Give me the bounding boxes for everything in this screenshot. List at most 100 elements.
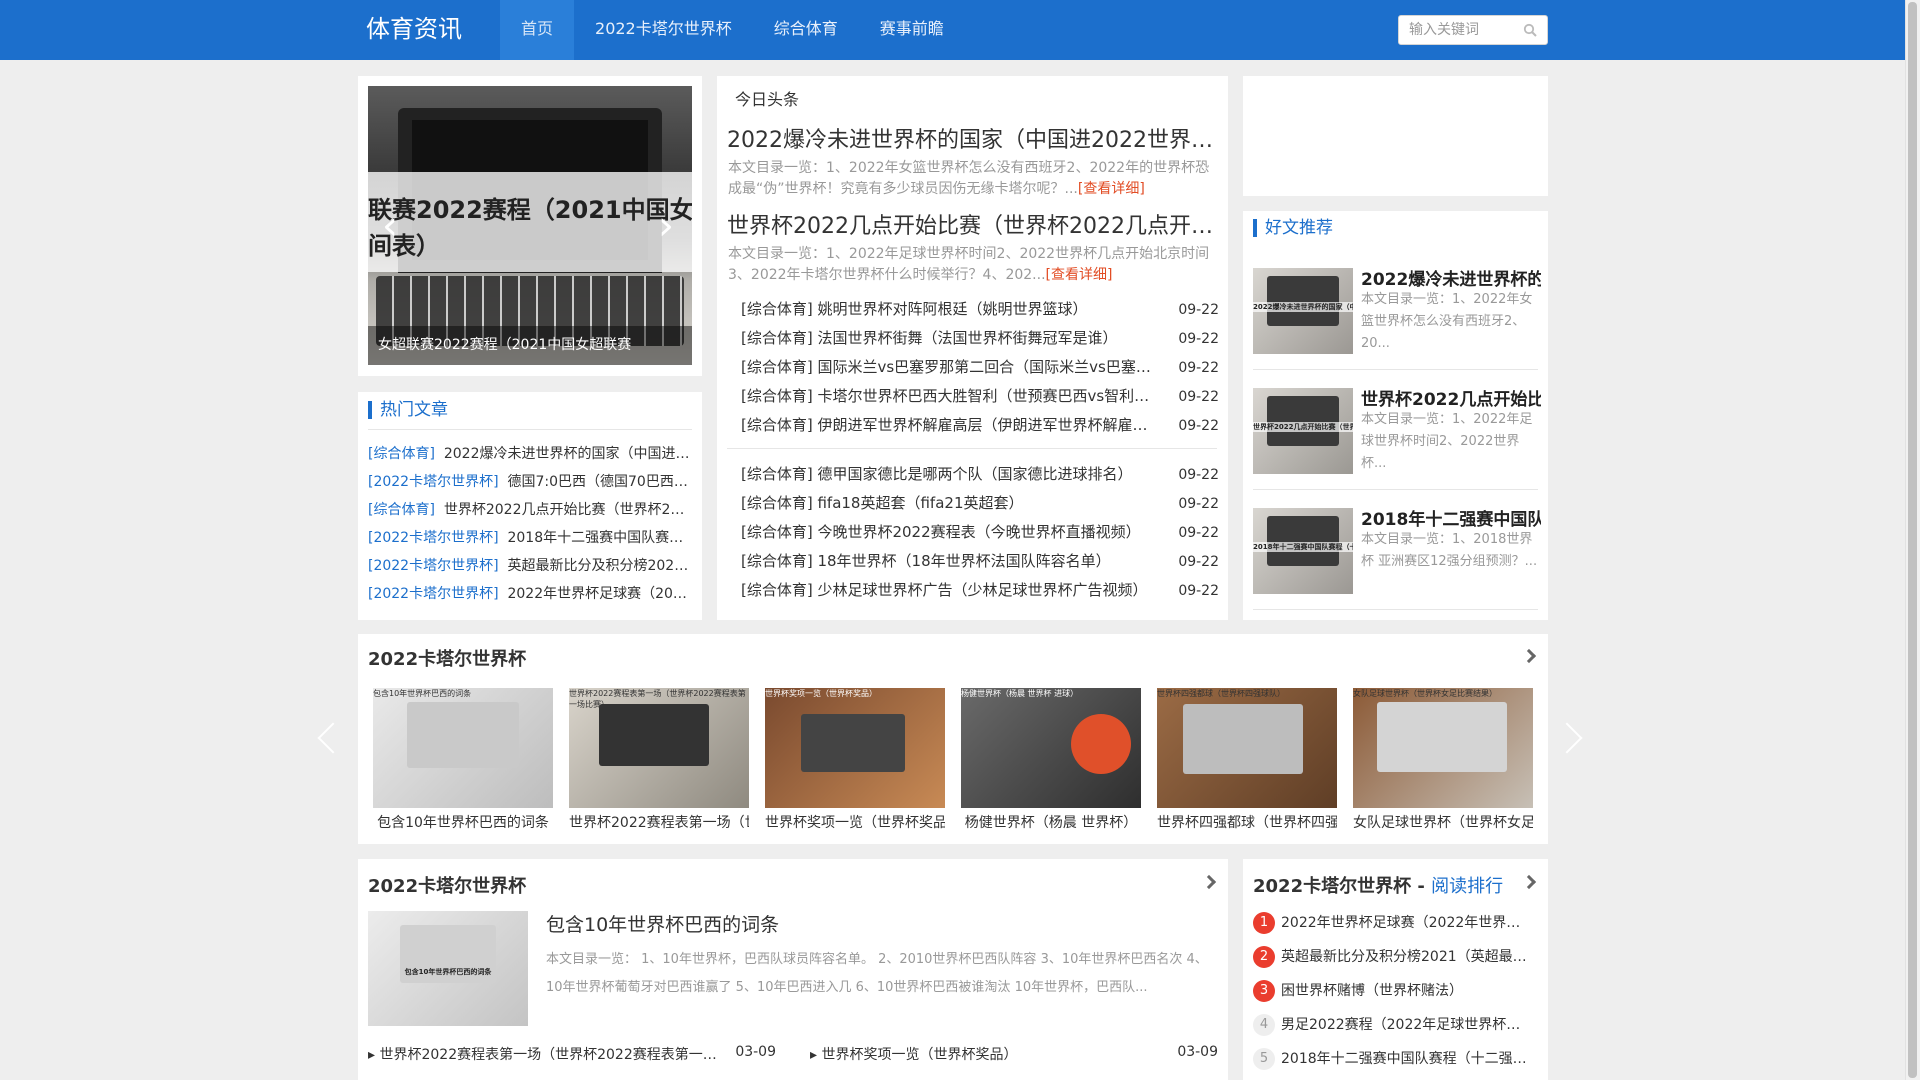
ranking-item-title[interactable]: 男足2022赛程（2022年足球世界杯赛程表） bbox=[1281, 1014, 1531, 1036]
gallery-card-caption[interactable]: 杨健世界杯（杨晨 世界杯） bbox=[961, 812, 1141, 832]
search-icon[interactable] bbox=[1523, 23, 1537, 37]
hot-article-item[interactable]: [2022卡塔尔世界杯] 2022年世界杯足球赛（2022年世界 bbox=[368, 584, 692, 604]
ranking-item-title[interactable]: 英超最新比分及积分榜2021（英超最新比分及积分榜） bbox=[1281, 946, 1531, 968]
worldcup-link-title[interactable]: 世界杯2022赛程表第一场（世界杯2022赛程表第一场比赛） bbox=[379, 1047, 720, 1063]
news-list-title[interactable]: [综合体育] 少林足球世界杯广告（少林足球世界杯广告视频） bbox=[741, 580, 1156, 600]
hot-articles-title: 热门文章 bbox=[368, 401, 448, 419]
news-list-item[interactable]: [综合体育] 德甲国家德比是哪两个队（国家德比进球排名） 09-22 bbox=[741, 464, 1219, 484]
slider-next-arrow-icon[interactable]: › bbox=[658, 206, 674, 246]
search-input[interactable] bbox=[1399, 16, 1509, 44]
news-list-title[interactable]: [综合体育] 伊朗进军世界杯解雇高层（伊朗进军世界杯解雇高层人员） bbox=[741, 415, 1156, 435]
news-list-title[interactable]: [综合体育] 卡塔尔世界杯巴西大胜智利（世预赛巴西vs智利比分） bbox=[741, 386, 1156, 406]
hot-article-item[interactable]: [2022卡塔尔世界杯] 2018年十二强赛中国队赛程（十二 bbox=[368, 528, 692, 548]
ranking-item-title[interactable]: 困世界杯赌博（世界杯赌法） bbox=[1281, 980, 1531, 1002]
hot-articles-divider bbox=[368, 429, 692, 430]
news-list-title[interactable]: [综合体育] 国际米兰vs巴塞罗那第二回合（国际米兰vs巴塞罗那第二回合比分） bbox=[741, 357, 1156, 377]
recommend-thumbnail[interactable]: 2018年十二强赛中国队赛程（十二强赛中国队赛程时间） bbox=[1253, 508, 1353, 594]
news-list-item[interactable]: [综合体育] 卡塔尔世界杯巴西大胜智利（世预赛巴西vs智利比分） 09-22 bbox=[741, 386, 1219, 406]
gallery-card-image[interactable]: 杨健世界杯（杨晨 世界杯 进球） bbox=[961, 688, 1141, 808]
hot-article-category[interactable]: [综合体育] bbox=[368, 502, 435, 518]
ranking-item[interactable]: 3 困世界杯赌博（世界杯赌法） bbox=[1253, 980, 1553, 1002]
hot-article-item[interactable]: [2022卡塔尔世界杯] 德国7:0巴西（德国70巴西还原 bbox=[368, 472, 692, 492]
headline-title[interactable]: 世界杯2022几点开始比赛（世界杯2022几点开始比赛北京时间） bbox=[727, 208, 1217, 240]
gallery-card-image[interactable]: 世界杯奖项一览（世界杯奖品） bbox=[765, 688, 945, 808]
headline-abstract: 本文目录一览：1、2022年女篮世界杯怎么没有西班牙2、2022年的世界杯恐成最… bbox=[728, 158, 1218, 200]
news-list-title[interactable]: [综合体育] 德甲国家德比是哪两个队（国家德比进球排名） bbox=[741, 464, 1156, 484]
ranking-title[interactable]: 2022卡塔尔世界杯 bbox=[1253, 876, 1411, 897]
news-list-item[interactable]: [综合体育] 法国世界杯街舞（法国世界杯街舞冠军是谁） 09-22 bbox=[741, 328, 1219, 348]
news-list-item[interactable]: [综合体育] 国际米兰vs巴塞罗那第二回合（国际米兰vs巴塞罗那第二回合比分） 0… bbox=[741, 357, 1219, 377]
hot-article-item[interactable]: [综合体育] 世界杯2022几点开始比赛（世界杯2022几点开始 bbox=[368, 500, 692, 520]
recommend-item-title[interactable]: 2018年十二强赛中国队 bbox=[1361, 505, 1541, 530]
worldcup-gallery-title[interactable]: 2022卡塔尔世界杯 bbox=[368, 645, 526, 671]
news-list-item[interactable]: [综合体育] 18年世界杯（18年世界杯法国队阵容名单） 09-22 bbox=[741, 551, 1219, 571]
gallery-card-caption[interactable]: 世界杯2022赛程表第一场（世界杯2022赛程表第一场比赛） bbox=[569, 812, 749, 832]
gallery-card-caption[interactable]: 女队足球世界杯（世界杯女足比赛结果） bbox=[1353, 812, 1533, 832]
gallery-card-caption[interactable]: 包含10年世界杯巴西的词条 bbox=[373, 812, 553, 832]
vertical-scrollbar-thumb[interactable] bbox=[1908, 2, 1917, 1078]
hot-article-category[interactable]: [综合体育] bbox=[368, 446, 435, 462]
recommend-thumbnail[interactable]: 世界杯2022几点开始比赛（世界杯2022几点开始比赛北京时间） bbox=[1253, 388, 1353, 474]
ranking-item[interactable]: 2 英超最新比分及积分榜2021（英超最新比分及积分榜） bbox=[1253, 946, 1553, 968]
gallery-card-image[interactable]: 世界杯2022赛程表第一场（世界杯2022赛程表第一场比赛） bbox=[569, 688, 749, 808]
gallery-card-image[interactable]: 包含10年世界杯巴西的词条 bbox=[373, 688, 553, 808]
ranking-item[interactable]: 1 2022年世界杯足球赛（2022年世界杯足球赛赛程） bbox=[1253, 912, 1553, 934]
worldcup-link-title[interactable]: 世界杯奖项一览（世界杯奖品） bbox=[821, 1047, 1017, 1063]
news-list-title[interactable]: [综合体育] 18年世界杯（18年世界杯法国队阵容名单） bbox=[741, 551, 1156, 571]
gallery-card-image[interactable]: 女队足球世界杯（世界杯女足比赛结果） bbox=[1353, 688, 1533, 808]
hot-article-item[interactable]: [综合体育] 2022爆冷未进世界杯的国家（中国进2022世界杯 bbox=[368, 444, 692, 464]
hot-article-title[interactable]: 2022年世界杯足球赛（2022年世界 bbox=[507, 586, 692, 602]
ranking-item[interactable]: 4 男足2022赛程（2022年足球世界杯赛程表） bbox=[1253, 1014, 1553, 1036]
nav-item-home[interactable]: 首页 bbox=[500, 0, 575, 60]
slider-prev-arrow-icon[interactable]: ‹ bbox=[382, 206, 398, 246]
headline-title[interactable]: 2022爆冷未进世界杯的国家（中国进2022世界杯的概率） bbox=[727, 122, 1217, 154]
gallery-card-image[interactable]: 世界杯四强都球（世界杯四强球队） bbox=[1157, 688, 1337, 808]
news-list-item[interactable]: [综合体育] 今晚世界杯2022赛程表（今晚世界杯直播视频） 09-22 bbox=[741, 522, 1219, 542]
feature-thumbnail[interactable]: 包含10年世界杯巴西的词条 bbox=[368, 911, 528, 1026]
gallery-next-arrow-icon[interactable] bbox=[1551, 722, 1583, 754]
hot-article-title[interactable]: 2022爆冷未进世界杯的国家（中国进2022世界杯 bbox=[444, 446, 692, 462]
slide-caption[interactable]: 女超联赛2022赛程（2021中国女超联赛 bbox=[368, 326, 692, 365]
recommend-thumbnail[interactable]: 2022爆冷未进世界杯的国家（中国进2022世界杯的概率） bbox=[1253, 268, 1353, 354]
news-list-item[interactable]: [综合体育] 少林足球世界杯广告（少林足球世界杯广告视频） 09-22 bbox=[741, 580, 1219, 600]
nav-item-general-sports[interactable]: 综合体育 bbox=[753, 0, 859, 60]
news-list-item[interactable]: [综合体育] 伊朗进军世界杯解雇高层（伊朗进军世界杯解雇高层人员） 09-22 bbox=[741, 415, 1219, 435]
hot-article-category[interactable]: [2022卡塔尔世界杯] bbox=[368, 474, 499, 490]
thumbnail-label: 包含10年世界杯巴西的词条 bbox=[404, 968, 492, 976]
hot-article-category[interactable]: [2022卡塔尔世界杯] bbox=[368, 558, 499, 574]
site-logo[interactable]: 体育资讯 bbox=[366, 12, 462, 46]
feature-article-title[interactable]: 包含10年世界杯巴西的词条 bbox=[546, 910, 779, 937]
worldcup-link-item[interactable]: ▸ 世界杯2022赛程表第一场（世界杯2022赛程表第一场比赛）03-09 bbox=[368, 1044, 776, 1064]
ranking-item[interactable]: 5 2018年十二强赛中国队赛程（十二强赛中国队赛程时间） bbox=[1253, 1048, 1553, 1070]
hot-article-title[interactable]: 德国7:0巴西（德国70巴西还原 bbox=[507, 474, 692, 490]
nav-item-worldcup[interactable]: 2022卡塔尔世界杯 bbox=[574, 0, 753, 60]
image-slider[interactable]: 联赛2022赛程（2021中国女 间表） 女超联赛2022赛程（2021中国女超… bbox=[368, 86, 692, 365]
hot-article-item[interactable]: [2022卡塔尔世界杯] 英超最新比分及积分榜2021（英超 bbox=[368, 556, 692, 576]
news-list-item[interactable]: [综合体育] fifa18英超套（fifa21英超套） 09-22 bbox=[741, 493, 1219, 513]
news-list-item[interactable]: [综合体育] 姚明世界杯对阵阿根廷（姚明世界篮球） 09-22 bbox=[741, 299, 1219, 319]
hot-article-title[interactable]: 世界杯2022几点开始比赛（世界杯2022几点开始 bbox=[444, 502, 692, 518]
recommend-item-title[interactable]: 世界杯2022几点开始比 bbox=[1361, 385, 1541, 410]
worldcup-list-title[interactable]: 2022卡塔尔世界杯 bbox=[368, 872, 526, 898]
ranking-title-separator: - bbox=[1411, 876, 1432, 897]
gallery-card-caption[interactable]: 世界杯四强都球（世界杯四强球队） bbox=[1157, 812, 1337, 832]
news-list-title[interactable]: [综合体育] 今晚世界杯2022赛程表（今晚世界杯直播视频） bbox=[741, 522, 1156, 542]
hot-article-category[interactable]: [2022卡塔尔世界杯] bbox=[368, 586, 499, 602]
card-image-label: 世界杯四强都球（世界杯四强球队） bbox=[1157, 689, 1285, 698]
gallery-card-caption[interactable]: 世界杯奖项一览（世界杯奖品） bbox=[765, 812, 945, 832]
news-list-date: 09-22 bbox=[1178, 389, 1219, 405]
view-detail-link[interactable]: [查看详细] bbox=[1078, 181, 1145, 197]
nav-item-match-preview[interactable]: 赛事前瞻 bbox=[859, 0, 965, 60]
news-list-title[interactable]: [综合体育] 姚明世界杯对阵阿根廷（姚明世界篮球） bbox=[741, 299, 1156, 319]
news-list-title[interactable]: [综合体育] fifa18英超套（fifa21英超套） bbox=[741, 493, 1156, 513]
gallery-prev-arrow-icon[interactable] bbox=[317, 722, 349, 754]
hot-article-title[interactable]: 2018年十二强赛中国队赛程（十二 bbox=[507, 530, 692, 546]
hot-article-category[interactable]: [2022卡塔尔世界杯] bbox=[368, 530, 499, 546]
hot-article-title[interactable]: 英超最新比分及积分榜2021（英超 bbox=[507, 558, 692, 574]
worldcup-link-item[interactable]: ▸ 世界杯奖项一览（世界杯奖品） 03-09 bbox=[810, 1044, 1218, 1064]
view-detail-link[interactable]: [查看详细] bbox=[1046, 267, 1113, 283]
news-list-title[interactable]: [综合体育] 法国世界杯街舞（法国世界杯街舞冠军是谁） bbox=[741, 328, 1156, 348]
ranking-item-title[interactable]: 2022年世界杯足球赛（2022年世界杯足球赛赛程） bbox=[1281, 912, 1531, 934]
recommend-item-title[interactable]: 2022爆冷未进世界杯的 bbox=[1361, 265, 1541, 290]
ranking-item-title[interactable]: 2018年十二强赛中国队赛程（十二强赛中国队赛程时间） bbox=[1281, 1048, 1531, 1070]
